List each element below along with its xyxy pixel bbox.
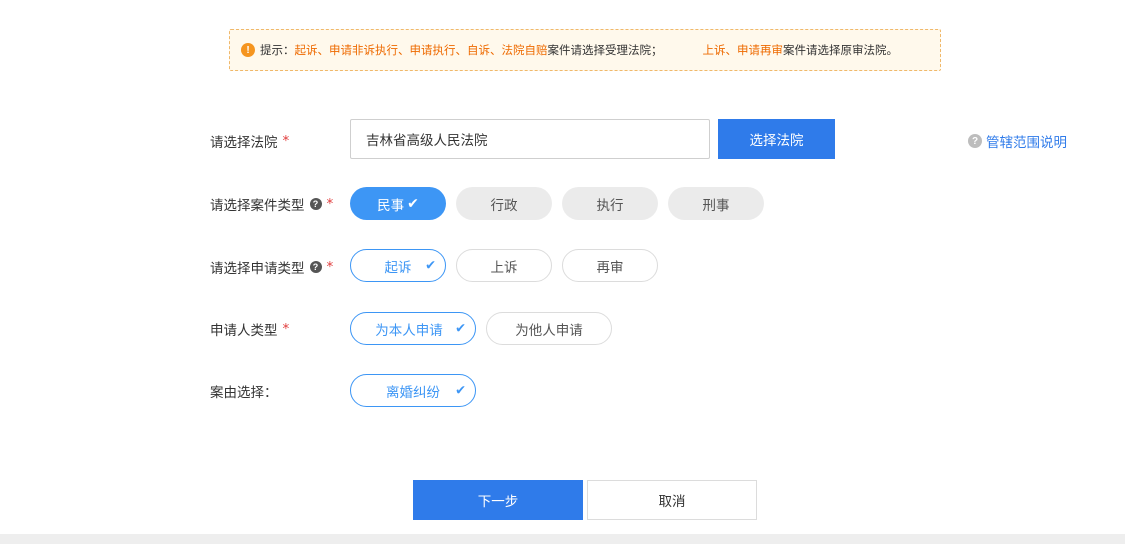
cause-option-divorce[interactable]: 离婚纠纷 ✔ xyxy=(350,374,476,407)
notice-text-first: 案件请选择受理法院； xyxy=(547,43,663,57)
apply-type-label: 请选择申请类型 xyxy=(210,261,305,277)
jurisdiction-help-label: 管辖范围说明 xyxy=(986,135,1067,151)
required-mark: * xyxy=(282,133,290,149)
required-mark: * xyxy=(326,196,334,212)
case-type-option-label: 民事 xyxy=(377,197,405,214)
notice-highlight-first: 起诉、申请非诉执行、申请执行、自诉、法院自赔 xyxy=(294,43,548,57)
apply-type-label-row: 请选择申请类型 ? * xyxy=(210,257,333,277)
apply-type-option-sue[interactable]: 起诉 ✔ xyxy=(350,249,446,282)
help-icon[interactable]: ? xyxy=(309,261,322,273)
choose-court-button[interactable]: 选择法院 xyxy=(718,119,835,159)
court-label-row: 请选择法院 * xyxy=(210,131,289,151)
question-icon: ? xyxy=(968,134,982,148)
case-type-option-administrative[interactable]: 行政 xyxy=(456,187,552,220)
applicant-type-option-self[interactable]: 为本人申请 ✔ xyxy=(350,312,476,345)
case-type-option-criminal[interactable]: 刑事 xyxy=(668,187,764,220)
notice-text-second: 案件请选择原审法院。 xyxy=(783,43,898,57)
help-icon[interactable]: ? xyxy=(309,198,322,210)
apply-type-option-appeal[interactable]: 上诉 xyxy=(456,249,552,282)
court-input[interactable]: 吉林省高级人民法院 xyxy=(350,119,710,159)
cause-label-row: 案由选择： xyxy=(210,381,278,401)
footer-divider xyxy=(0,534,1125,544)
check-icon: ✔ xyxy=(425,258,436,273)
applicant-type-option-other[interactable]: 为他人申请 xyxy=(486,312,612,345)
case-type-option-execution[interactable]: 执行 xyxy=(562,187,658,220)
warning-icon: ! xyxy=(241,43,255,57)
next-step-button[interactable]: 下一步 xyxy=(413,480,583,520)
case-type-label-row: 请选择案件类型 ? * xyxy=(210,194,333,214)
case-type-option-civil[interactable]: 民事 ✔ xyxy=(350,187,446,220)
notice-prefix: 提示： xyxy=(260,43,295,57)
required-mark: * xyxy=(282,321,290,337)
required-mark: * xyxy=(326,259,334,275)
case-type-label: 请选择案件类型 xyxy=(210,198,305,214)
jurisdiction-help-link[interactable]: ? 管辖范围说明 xyxy=(968,131,1067,151)
applicant-type-option-label: 为本人申请 xyxy=(375,322,443,339)
notice-highlight-second: 上诉、申请再审 xyxy=(702,43,784,57)
court-label: 请选择法院 xyxy=(210,135,278,151)
check-icon: ✔ xyxy=(455,321,466,336)
apply-type-option-label: 起诉 xyxy=(384,259,412,276)
applicant-type-label-row: 申请人类型 * xyxy=(210,319,289,339)
cause-option-label: 离婚纠纷 xyxy=(386,384,440,401)
applicant-type-label: 申请人类型 xyxy=(210,323,278,339)
apply-type-option-retrial[interactable]: 再审 xyxy=(562,249,658,282)
notice-banner: ! 提示： 起诉、申请非诉执行、申请执行、自诉、法院自赔 案件请选择受理法院； … xyxy=(229,29,941,71)
check-icon: ✔ xyxy=(407,195,419,212)
cancel-button[interactable]: 取消 xyxy=(587,480,757,520)
court-input-value: 吉林省高级人民法院 xyxy=(366,133,488,149)
cause-label: 案由选择： xyxy=(210,385,278,401)
check-icon: ✔ xyxy=(455,383,466,398)
